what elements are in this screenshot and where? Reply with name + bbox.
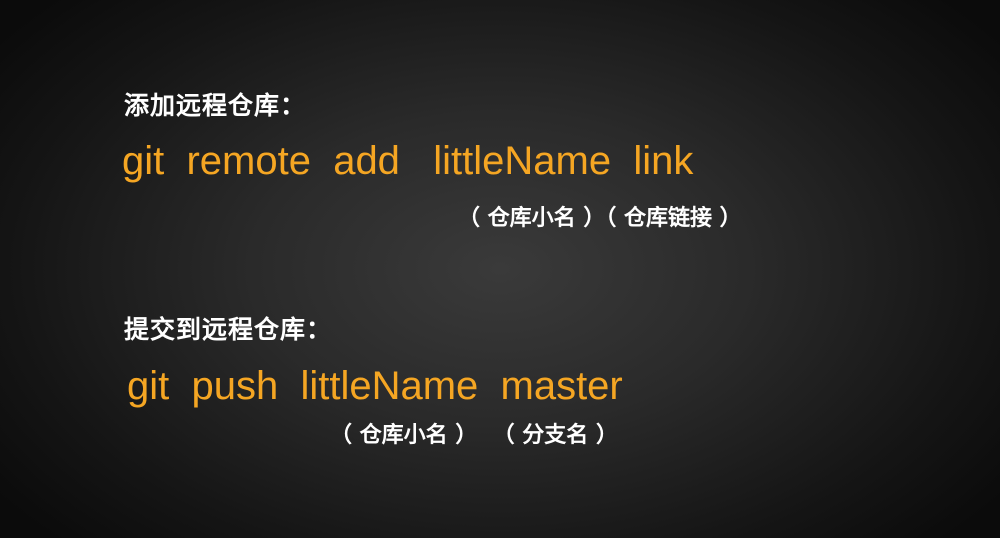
- push-remote-annotation: （ 仓库小名 ） （ 分支名 ）: [330, 423, 618, 448]
- add-remote-annotation: （ 仓库小名 ）（ 仓库链接 ）: [458, 206, 742, 231]
- push-remote-command: git push littleName master: [127, 364, 623, 408]
- add-remote-command: git remote add littleName link: [122, 139, 694, 183]
- push-remote-heading: 提交到远程仓库：: [124, 315, 333, 344]
- slide: 添加远程仓库： git remote add littleName link （…: [0, 0, 1000, 538]
- add-remote-heading: 添加远程仓库：: [124, 91, 307, 120]
